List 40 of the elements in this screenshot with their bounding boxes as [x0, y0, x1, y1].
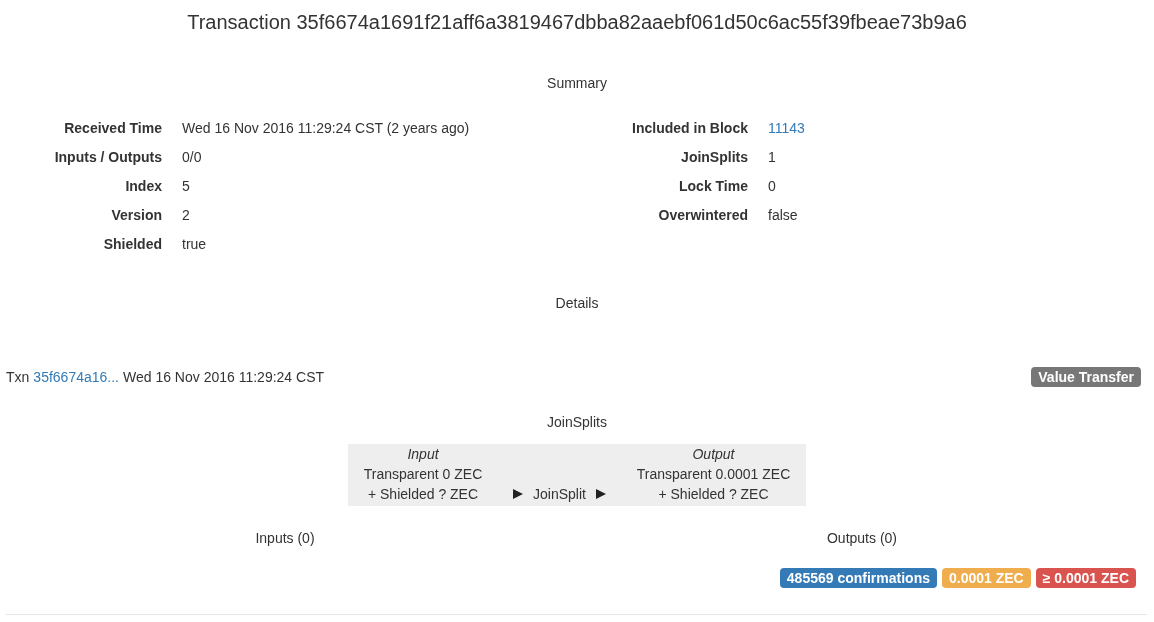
- amount-text: Transparent 0 ZEC: [363, 465, 483, 484]
- field-value: false: [768, 205, 798, 225]
- page-title: Transaction 35f6674a1691f21aff6a3819467dbba82aaebf061d50c6ac55f39fbeae73b9a6: [186, 10, 968, 34]
- right-triangle-icon: [595, 489, 606, 499]
- section-heading: Summary: [546, 74, 608, 93]
- field-value: true: [182, 234, 207, 254]
- field-value: 1: [768, 147, 776, 167]
- section-heading: Details: [554, 294, 600, 313]
- field-value: 2: [182, 205, 190, 225]
- column-heading: Input: [407, 445, 439, 464]
- block-link[interactable]: 11143: [768, 117, 805, 138]
- field-label: Index: [125, 176, 162, 196]
- field-label: Shielded: [103, 234, 162, 254]
- type-badge: Value Transfer: [1031, 367, 1141, 387]
- field-label: Overwintered: [658, 205, 748, 225]
- inputs-heading: Inputs (0): [255, 529, 315, 548]
- outputs-heading: Outputs (0): [827, 529, 897, 548]
- amount-text: + Shielded ? ZEC: [367, 485, 479, 504]
- field-label: Included in Block: [632, 118, 748, 138]
- field-label: JoinSplits: [681, 147, 748, 167]
- info-badge: 0.0001 ZEC: [942, 568, 1031, 588]
- field-value: 5: [182, 176, 190, 196]
- field-label: Received Time: [64, 118, 162, 138]
- field-value: Wed 16 Nov 2016 11:29:24 CST (2 years ago): [182, 118, 470, 138]
- field-value: 0: [768, 176, 776, 196]
- field-label: Version: [111, 205, 162, 225]
- info-badge: 485569 confirmations: [779, 568, 937, 588]
- field-label: Lock Time: [679, 176, 748, 196]
- info-badge: ≥ 0.0001 ZEC: [1035, 568, 1136, 588]
- section-heading: JoinSplits: [546, 413, 608, 432]
- column-heading: Output: [692, 445, 735, 464]
- txn-time: Wed 16 Nov 2016 11:29:24 CST: [123, 368, 325, 387]
- txn-hash-link[interactable]: 35f6674a16...: [33, 367, 119, 387]
- txn-label: Txn: [6, 368, 30, 387]
- joinsplit-label: JoinSplit: [533, 485, 586, 504]
- amount-text: + Shielded ? ZEC: [658, 485, 769, 504]
- field-label: Inputs / Outputs: [54, 147, 162, 167]
- field-value: 0/0: [182, 147, 202, 167]
- amount-text: Transparent 0.0001 ZEC: [636, 465, 791, 484]
- right-triangle-icon: [513, 489, 524, 499]
